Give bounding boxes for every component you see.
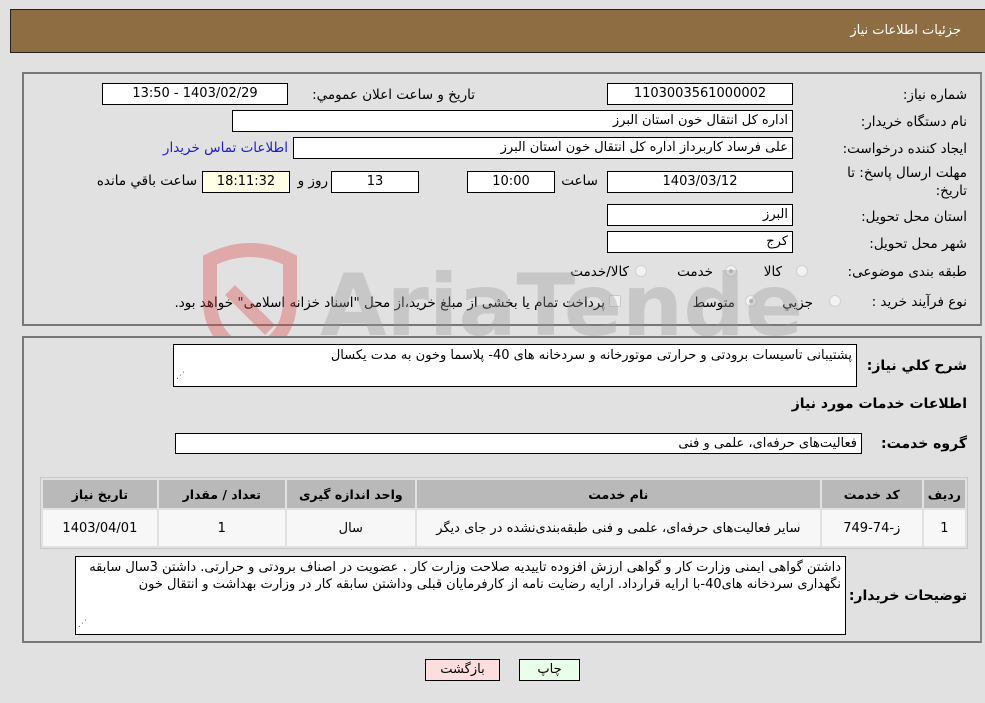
purchase-type-label: نوع فرآیند خرید : xyxy=(871,294,967,310)
col-header-row-num: ردیف xyxy=(923,480,965,508)
purchase-option-minor: جزيي xyxy=(782,295,813,311)
buyer-org-field: اداره کل انتقال خون استان البرز xyxy=(232,110,793,132)
time-remaining-field: 18:11:32 xyxy=(202,171,290,193)
category-option-service: خدمت xyxy=(677,264,713,280)
purchase-option-medium: متوسط xyxy=(692,295,735,311)
need-number-label: شماره نیاز: xyxy=(902,87,967,103)
buyer-notes-textarea[interactable]: داشتن گواهی ایمنی وزارت کار و گواهی ارزش… xyxy=(75,556,846,635)
cell-unit: سال xyxy=(286,510,415,546)
delivery-province-label: استان محل تحویل: xyxy=(861,209,967,225)
category-option-goods-service: کالا/خدمت xyxy=(570,264,629,280)
cell-need-date: 1403/04/01 xyxy=(43,510,157,546)
back-button[interactable]: بازگشت xyxy=(425,659,500,681)
service-group-field: فعالیت‌های حرفه‌ای، علمی و فنی xyxy=(175,433,862,454)
buyer-org-label: نام دستگاه خریدار: xyxy=(860,114,967,130)
purchase-radio-medium[interactable] xyxy=(745,295,757,307)
category-radio-goods[interactable] xyxy=(796,265,808,277)
services-table: ردیف کد خدمت نام خدمت واحد اندازه گیری ت… xyxy=(40,477,968,549)
delivery-province-field: البرز xyxy=(607,204,793,226)
cell-quantity: 1 xyxy=(158,510,285,546)
category-radio-service[interactable] xyxy=(725,265,737,277)
col-header-unit: واحد اندازه گیری xyxy=(286,480,415,508)
delivery-city-field: کرج xyxy=(607,231,793,253)
services-heading: اطلاعات خدمات مورد نیاز xyxy=(791,396,967,412)
description-textarea[interactable]: پشتیبانی تاسیسات برودتی و حرارتی موتورخا… xyxy=(173,344,857,387)
cell-service-code: ز-74-749 xyxy=(821,510,922,546)
deadline-date-field: 1403/03/12 xyxy=(607,171,793,193)
category-radio-goods-service[interactable] xyxy=(635,265,647,277)
deadline-label-line1: مهلت ارسال پاسخ: تا xyxy=(847,165,967,181)
purchase-radio-minor[interactable] xyxy=(829,295,841,307)
description-label: شرح کلي نیاز: xyxy=(866,358,967,374)
buyer-notes-text: داشتن گواهی ایمنی وزارت کار و گواهی ارزش… xyxy=(89,560,841,592)
resize-grip-icon[interactable]: ⋰ xyxy=(176,368,185,385)
category-option-goods: کالا xyxy=(763,264,782,280)
days-remaining-field: 13 xyxy=(331,171,419,193)
requester-field: علی فرساد کاربرداز اداره کل انتقال خون ا… xyxy=(293,137,793,159)
page-header: جزئیات اطلاعات نیاز xyxy=(10,9,985,53)
treasury-note: پرداخت تمام یا بخشی از مبلغ خرید،از محل … xyxy=(174,295,605,311)
treasury-checkbox[interactable] xyxy=(609,295,621,307)
announce-datetime-field: 1403/02/29 - 13:50 xyxy=(102,83,288,105)
deadline-label-line2: تاریخ: xyxy=(935,183,967,199)
print-button[interactable]: چاپ xyxy=(519,659,580,681)
requester-label: ایجاد کننده درخواست: xyxy=(842,141,967,157)
col-header-need-date: تاریخ نیاز xyxy=(43,480,157,508)
days-label: روز و xyxy=(297,173,328,189)
resize-grip-icon[interactable]: ⋰ xyxy=(78,616,87,633)
description-text: پشتیبانی تاسیسات برودتی و حرارتی موتورخا… xyxy=(330,348,852,363)
table-row: 1 ز-74-749 سایر فعالیت‌های حرفه‌ای، علمی… xyxy=(43,510,965,546)
table-header-row: ردیف کد خدمت نام خدمت واحد اندازه گیری ت… xyxy=(43,480,965,508)
col-header-service-code: کد خدمت xyxy=(821,480,922,508)
cell-row-num: 1 xyxy=(923,510,965,546)
cell-service-name: سایر فعالیت‌های حرفه‌ای، علمی و فنی طبقه… xyxy=(416,510,820,546)
buyer-notes-label: توضیحات خریدار: xyxy=(848,588,967,604)
buyer-contact-link[interactable]: اطلاعات تماس خریدار xyxy=(163,140,288,156)
need-number-field: 1103003561000002 xyxy=(607,83,793,105)
deadline-time-label: ساعت xyxy=(561,173,598,189)
delivery-city-label: شهر محل تحویل: xyxy=(869,236,967,252)
deadline-time-field: 10:00 xyxy=(467,171,555,193)
service-group-label: گروه خدمت: xyxy=(881,436,967,452)
category-label: طبقه بندی موضوعی: xyxy=(847,264,967,280)
announce-datetime-label: تاریخ و ساعت اعلان عمومي: xyxy=(312,87,475,103)
page-title: جزئیات اطلاعات نیاز xyxy=(850,23,961,38)
time-remaining-label: ساعت باقي مانده xyxy=(96,173,197,189)
col-header-quantity: تعداد / مقدار xyxy=(158,480,285,508)
col-header-service-name: نام خدمت xyxy=(416,480,820,508)
